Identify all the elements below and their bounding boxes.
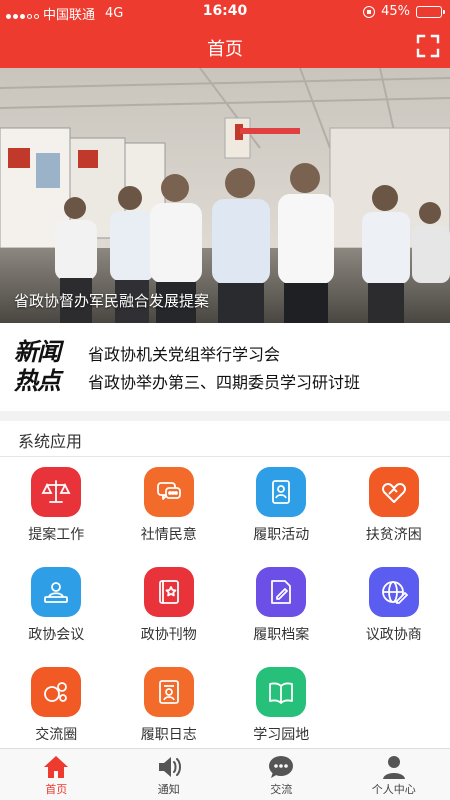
app-label: 政协会议 <box>28 627 85 643</box>
app-label: 履职活动 <box>253 527 310 543</box>
banner-caption: 省政协督办军民融合发展提案 <box>14 292 210 310</box>
open-book-icon <box>256 667 307 717</box>
section-title: 系统应用 <box>0 421 450 457</box>
archive-edit-icon <box>256 567 307 617</box>
globe-pen-icon <box>368 567 419 617</box>
status-right: 45% <box>363 4 445 19</box>
heart-hand-icon <box>368 467 419 517</box>
app-proposal-work[interactable]: 提案工作 <box>0 457 113 557</box>
app-label: 扶贫济困 <box>365 527 422 543</box>
tab-label: 通知 <box>157 783 180 796</box>
app-exchange-circle[interactable]: 交流圈 <box>0 657 113 757</box>
tab-label: 个人中心 <box>371 783 416 796</box>
app-label: 履职档案 <box>253 627 310 643</box>
tab-home[interactable]: 首页 <box>0 749 113 800</box>
journal-star-icon <box>143 567 194 617</box>
app-label: 社情民意 <box>140 527 197 543</box>
meeting-icon <box>31 567 82 617</box>
nav-bar: 首页 <box>0 24 450 68</box>
app-duty-archive[interactable]: 履职档案 <box>225 557 338 657</box>
app-cppcc-journal[interactable]: 政协刊物 <box>113 557 226 657</box>
apps-grid: 提案工作 社情民意 履职活动 扶贫济困 政协会议 政协刊物 履职档案 议政协商 … <box>0 457 450 757</box>
banner-carousel[interactable]: 省政协督办军民融合发展提案 <box>0 68 450 323</box>
log-person-icon <box>143 667 194 717</box>
app-duty-activities[interactable]: 履职活动 <box>225 457 338 557</box>
home-icon <box>44 756 69 778</box>
document-person-icon <box>256 467 307 517</box>
tab-exchange[interactable]: 交流 <box>225 749 338 800</box>
battery-icon <box>416 5 445 18</box>
page-title: 首页 <box>207 39 243 60</box>
tab-label: 首页 <box>45 783 68 796</box>
status-bar: 中国联通 4G 16:40 45% <box>0 0 450 24</box>
banner-photo <box>0 68 450 323</box>
app-cppcc-meeting[interactable]: 政协会议 <box>0 557 113 657</box>
app-label: 政协刊物 <box>140 627 197 643</box>
scales-icon <box>31 467 82 517</box>
news-item[interactable]: 省政协机关党组举行学习会 <box>88 341 360 369</box>
app-poverty-relief[interactable]: 扶贫济困 <box>338 457 450 557</box>
rotation-lock-icon <box>363 5 376 18</box>
chat-bubble-icon <box>143 467 194 517</box>
app-label: 议政协商 <box>365 627 422 643</box>
news-list: 省政协机关党组举行学习会 省政协举办第三、四期委员学习研讨班 <box>88 341 360 397</box>
circles-icon <box>31 667 82 717</box>
app-label: 学习园地 <box>253 727 310 743</box>
news-item[interactable]: 省政协举办第三、四期委员学习研讨班 <box>88 369 360 397</box>
app-deliberation[interactable]: 议政协商 <box>338 557 450 657</box>
news-logo: 新闻 热点 <box>14 338 76 398</box>
tab-label: 交流 <box>270 783 293 796</box>
person-icon <box>382 756 405 779</box>
battery-percent: 45% <box>381 4 410 19</box>
tab-profile[interactable]: 个人中心 <box>338 749 450 800</box>
speaker-icon <box>158 757 181 777</box>
app-duty-log[interactable]: 履职日志 <box>113 657 226 757</box>
app-study-garden[interactable]: 学习园地 <box>225 657 338 757</box>
app-label: 履职日志 <box>140 727 197 743</box>
scan-icon <box>416 34 440 58</box>
news-logo-line1: 新闻 <box>14 338 61 366</box>
scan-button[interactable] <box>416 34 440 58</box>
app-label: 交流圈 <box>35 727 78 743</box>
bottom-tab-bar: 首页 通知 交流 个人中心 <box>0 748 450 800</box>
tab-notice[interactable]: 通知 <box>113 749 226 800</box>
news-hotspot: 新闻 热点 省政协机关党组举行学习会 省政协举办第三、四期委员学习研讨班 <box>0 323 450 411</box>
news-logo-line2: 热点 <box>14 367 61 395</box>
app-label: 提案工作 <box>28 527 85 543</box>
app-public-opinion[interactable]: 社情民意 <box>113 457 226 557</box>
system-apps-section: 系统应用 提案工作 社情民意 履职活动 扶贫济困 政协会议 政协刊物 履职档案 … <box>0 421 450 748</box>
chat-icon <box>269 756 294 778</box>
